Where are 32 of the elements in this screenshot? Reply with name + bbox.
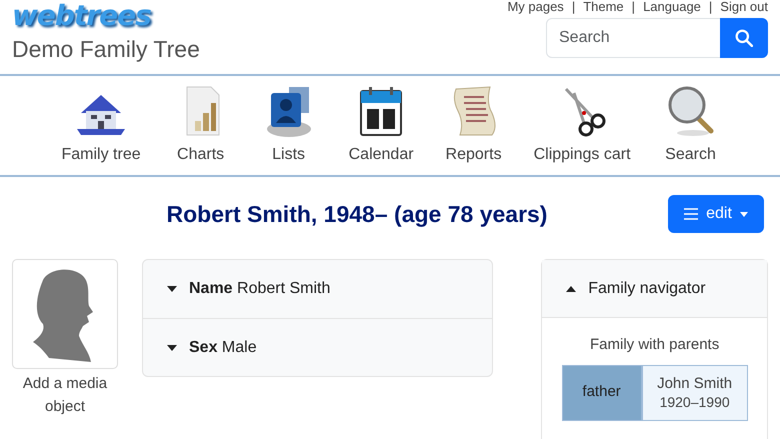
separator: | (708, 0, 712, 14)
family-title: Family with parents (589, 335, 720, 355)
edit-button[interactable]: edit (668, 195, 764, 233)
main-menu-item[interactable]: Family tree (45, 83, 157, 167)
menu-icon (684, 208, 698, 220)
family-navigator-header[interactable]: Family navigator (542, 260, 767, 318)
media-caption[interactable]: Add a media object (12, 373, 118, 418)
top-menu-link[interactable]: My pages (507, 0, 564, 14)
main-menu-item[interactable]: Reports (430, 83, 518, 167)
fact-text: Name Robert Smith (189, 279, 330, 299)
search-field[interactable]: Search (546, 18, 721, 58)
main-menu-item[interactable]: Lists (244, 83, 333, 167)
main-menu-item[interactable]: Search (646, 83, 735, 167)
search-icon (735, 29, 753, 47)
person-cell[interactable]: John Smith 1920–1990 (642, 364, 748, 420)
top-menu-link[interactable]: Language (643, 0, 701, 14)
fact-text: Sex Male (189, 338, 257, 358)
main-menu-item[interactable]: Charts (156, 83, 245, 167)
top-menu-link[interactable]: Sign out (720, 0, 768, 14)
media-placeholder[interactable] (12, 259, 118, 369)
fact-row[interactable]: Name Robert Smith (143, 260, 492, 318)
fact-row[interactable]: Sex Male (143, 318, 492, 376)
separator: | (572, 0, 576, 14)
top-menu-link[interactable]: Theme (583, 0, 624, 14)
role-cell: father (562, 364, 642, 420)
search-button[interactable] (720, 18, 768, 58)
main-menu-item[interactable]: Clippings cart (518, 83, 647, 167)
tree-title: Demo Family Tree (12, 35, 200, 64)
main-menu-item[interactable]: Calendar (332, 83, 430, 167)
page-title: Robert Smith, 1948– (age 78 years) (166, 200, 548, 227)
caret-icon (740, 212, 748, 216)
separator: | (632, 0, 636, 14)
